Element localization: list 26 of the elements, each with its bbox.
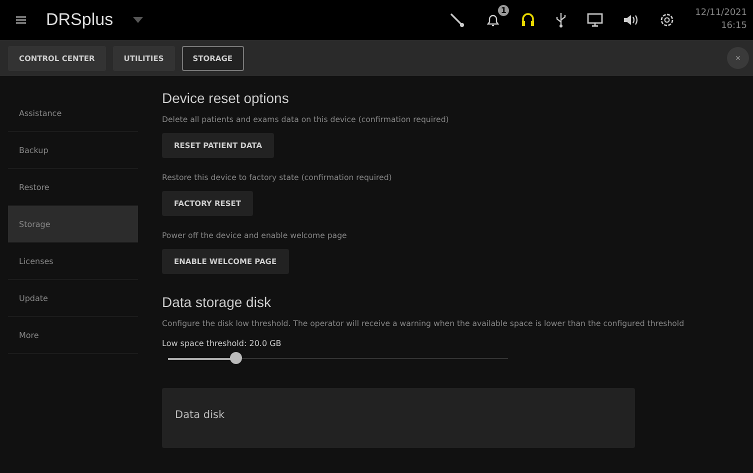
threshold-label: Low space threshold: 20.0 GB bbox=[162, 339, 282, 348]
sidebar-item[interactable]: Backup bbox=[8, 132, 138, 169]
sidebar-item[interactable]: More bbox=[8, 317, 138, 354]
notification-badge: 1 bbox=[498, 5, 510, 16]
section-title: Device reset options bbox=[162, 90, 290, 106]
slider-thumb[interactable] bbox=[230, 352, 242, 364]
probe-icon[interactable] bbox=[449, 12, 466, 28]
section-title: Data storage disk bbox=[162, 294, 272, 310]
usb-icon[interactable] bbox=[555, 12, 568, 28]
monitor-icon[interactable] bbox=[587, 13, 604, 27]
sidebar-item[interactable]: Update bbox=[8, 280, 138, 317]
sidebar-item[interactable]: Licenses bbox=[8, 243, 138, 280]
speaker-icon[interactable] bbox=[623, 14, 640, 26]
close-button[interactable]: × bbox=[727, 47, 749, 69]
threshold-slider[interactable] bbox=[168, 352, 508, 364]
settings-icon[interactable] bbox=[659, 12, 676, 28]
card-title: Data disk bbox=[175, 409, 225, 421]
menu-icon[interactable] bbox=[16, 16, 26, 24]
sidebar-item[interactable]: Assistance bbox=[8, 95, 138, 132]
time-text: 16:15 bbox=[721, 20, 747, 33]
caret-icon[interactable] bbox=[133, 17, 144, 23]
sidebar-item[interactable]: Storage bbox=[8, 206, 138, 243]
date-text: 12/11/2021 bbox=[695, 7, 747, 20]
app-title: DRSplus bbox=[46, 10, 114, 30]
bell-icon[interactable] bbox=[485, 12, 502, 28]
headset-icon[interactable] bbox=[521, 12, 536, 28]
